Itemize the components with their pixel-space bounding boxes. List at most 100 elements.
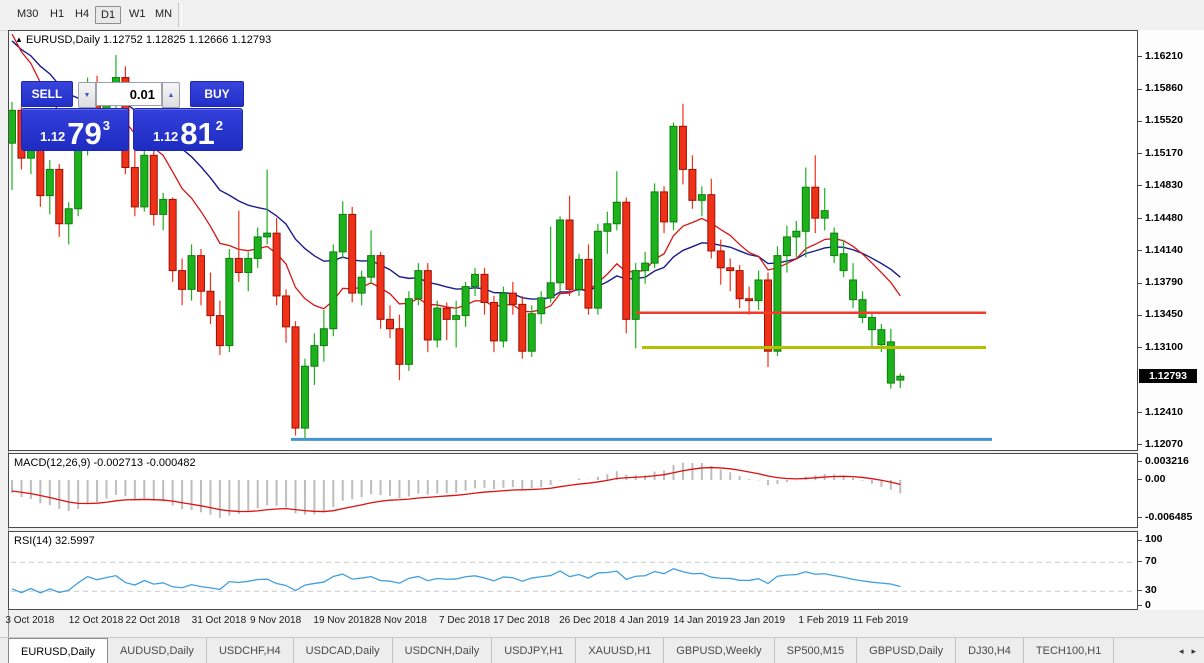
chart-tab-sp500-m15[interactable]: SP500,M15 [775, 638, 858, 663]
date-axis-label: 4 Jan 2019 [619, 615, 669, 626]
volume-input[interactable] [96, 82, 162, 106]
rsi-axis-label: 100 [1145, 533, 1163, 545]
rsi-axis-label: 0 [1145, 598, 1151, 611]
timeframe-toolbar: M30 H1 H4 D1 W1 MN [0, 0, 1204, 31]
chart-symbol-period: EURUSD,Daily [25, 34, 100, 46]
timeframe-button-h4[interactable]: H4 [70, 6, 94, 22]
buy-price-quote[interactable]: 1.12 81 2 [133, 108, 243, 151]
axis-tick [1138, 314, 1142, 316]
tab-scroll-arrows: ◂ ▸ [1171, 638, 1204, 663]
trading-terminal-window: M30 H1 H4 D1 W1 MN ▲ EURUSD,Daily 1.12752 1.1… [0, 0, 1204, 663]
date-axis-label: 1 Feb 2019 [798, 615, 849, 626]
chart-tab-audusd-daily[interactable]: AUDUSD,Daily [108, 638, 207, 663]
axis-tick [1138, 461, 1142, 462]
axis-tick [1138, 185, 1142, 187]
chart-ohlc-values: 1.12752 1.12825 1.12666 1.12793 [103, 34, 272, 46]
price-axis-label: 1.13790 [1145, 276, 1183, 289]
price-axis-label: 1.14140 [1145, 243, 1183, 256]
timeframe-button-d1[interactable]: D1 [95, 6, 122, 24]
axis-tick [1138, 347, 1142, 349]
axis-tick [1138, 561, 1142, 563]
chart-title: ▲ EURUSD,Daily 1.12752 1.12825 1.12666 1… [15, 34, 271, 46]
chart-tab-gbpusd-weekly[interactable]: GBPUSD,Weekly [664, 638, 775, 663]
price-chart-panel[interactable]: ▲ EURUSD,Daily 1.12752 1.12825 1.12666 1… [8, 30, 1138, 451]
tab-scroll-right-icon[interactable]: ▸ [1191, 646, 1196, 657]
chart-tab-bar: EURUSD,Daily AUDUSD,Daily USDCHF,H4 USDCAD,… [0, 637, 1204, 663]
collapse-marker-icon[interactable]: ▲ [15, 35, 23, 44]
date-axis-label: 9 Nov 2018 [250, 615, 302, 626]
price-axis-label: 1.12070 [1145, 437, 1183, 450]
timeframe-button-m30[interactable]: M30 [12, 6, 43, 22]
axis-tick [1138, 479, 1142, 480]
volume-decrease-button[interactable]: ▼ [78, 82, 96, 108]
price-axis-label: 1.16210 [1145, 49, 1183, 62]
date-axis-label: 11 Feb 2019 [852, 615, 909, 626]
sell-button[interactable]: SELL [21, 81, 73, 107]
axis-tick [1138, 250, 1142, 251]
axis-tick [1138, 282, 1142, 284]
rsi-indicator-panel[interactable]: RSI(14) 32.5997 [8, 531, 1138, 610]
sell-price-prefix: 1.12 [39, 129, 66, 144]
chart-tab-usdcad-daily[interactable]: USDCAD,Daily [294, 638, 393, 663]
buy-price-pips: 81 [180, 115, 215, 151]
price-axis-label: 1.15860 [1145, 82, 1183, 95]
price-axis-label: 1.14830 [1145, 178, 1183, 191]
date-axis-label: 26 Dec 2018 [559, 615, 616, 626]
chart-tab-eurusd-daily[interactable]: EURUSD,Daily [8, 638, 108, 663]
date-axis-label: 19 Nov 2018 [313, 615, 371, 626]
buy-button[interactable]: BUY [190, 81, 244, 107]
price-axis-label: 1.13450 [1145, 308, 1183, 321]
macd-axis-label: 0.00 [1145, 472, 1166, 485]
date-axis-label: 23 Jan 2019 [730, 615, 786, 626]
date-axis-label: 14 Jan 2019 [673, 615, 729, 626]
axis-tick [1138, 539, 1142, 541]
price-axis[interactable]: 1.16210 1.15860 1.15520 1.15170 1.14830 1.144… [1138, 30, 1204, 611]
price-axis-label: 1.13100 [1145, 340, 1183, 353]
axis-tick [1138, 517, 1142, 518]
sell-price-quote[interactable]: 1.12 79 3 [21, 108, 129, 151]
chart-tab-dj30-h4[interactable]: DJ30,H4 [956, 638, 1024, 663]
axis-tick [1138, 590, 1142, 592]
date-axis-label: 28 Nov 2018 [370, 615, 427, 626]
timeframe-button-mn[interactable]: MN [150, 6, 177, 22]
chart-tab-usdcnh-daily[interactable]: USDCNH,Daily [393, 638, 493, 663]
one-click-trading-panel: SELL ▼ ▲ BUY 1.12 79 3 1.12 81 2 [21, 81, 244, 151]
axis-tick [1138, 153, 1142, 155]
chart-tab-tech100-h1[interactable]: TECH100,H1 [1024, 638, 1115, 663]
chart-tab-usdchf-h4[interactable]: USDCHF,H4 [207, 638, 294, 663]
date-axis-label: 31 Oct 2018 [191, 615, 247, 626]
axis-tick [1138, 605, 1142, 606]
axis-tick [1138, 218, 1142, 220]
price-axis-label: 1.15520 [1145, 114, 1183, 127]
buy-price-prefix: 1.12 [152, 129, 179, 144]
macd-axis-label: 0.003216 [1145, 454, 1189, 467]
macd-indicator-panel[interactable]: MACD(12,26,9) -0.002713 -0.000482 [8, 453, 1138, 528]
date-axis-label: 17 Dec 2018 [492, 615, 550, 626]
tab-scroll-left-icon[interactable]: ◂ [1179, 646, 1184, 657]
toolbar-separator [178, 3, 182, 27]
price-axis-label: 1.14480 [1145, 211, 1183, 224]
date-axis[interactable]: 3 Oct 2018 12 Oct 2018 22 Oct 2018 31 Oct 2… [5, 612, 1138, 636]
timeframe-button-h1[interactable]: H1 [45, 6, 69, 22]
price-axis-label: 1.15170 [1145, 146, 1183, 159]
current-price-marker: 1.12793 [1139, 369, 1197, 384]
timeframe-button-w1[interactable]: W1 [124, 6, 151, 22]
chart-tab-gbpusd-daily[interactable]: GBPUSD,Daily [857, 638, 957, 663]
date-axis-label: 7 Dec 2018 [439, 615, 491, 626]
price-axis-label: 1.12410 [1145, 405, 1183, 418]
chart-tab-usdjpy-h1[interactable]: USDJPY,H1 [492, 638, 577, 663]
date-axis-label: 3 Oct 2018 [5, 615, 55, 626]
axis-tick [1138, 56, 1142, 57]
rsi-axis-label: 30 [1145, 583, 1157, 596]
rsi-axis-label: 70 [1145, 554, 1157, 567]
date-axis-label: 12 Oct 2018 [68, 615, 124, 626]
volume-increase-button[interactable]: ▲ [162, 82, 180, 108]
rsi-plot [11, 561, 1135, 594]
axis-tick [1138, 412, 1142, 414]
macd-axis-label: -0.006485 [1145, 510, 1193, 523]
rsi-label: RSI(14) 32.5997 [14, 535, 95, 547]
axis-tick [1138, 120, 1142, 122]
chart-tab-xauusd-h1[interactable]: XAUUSD,H1 [576, 638, 665, 663]
sell-price-pips: 79 [67, 115, 102, 151]
date-axis-label: 22 Oct 2018 [125, 615, 180, 626]
